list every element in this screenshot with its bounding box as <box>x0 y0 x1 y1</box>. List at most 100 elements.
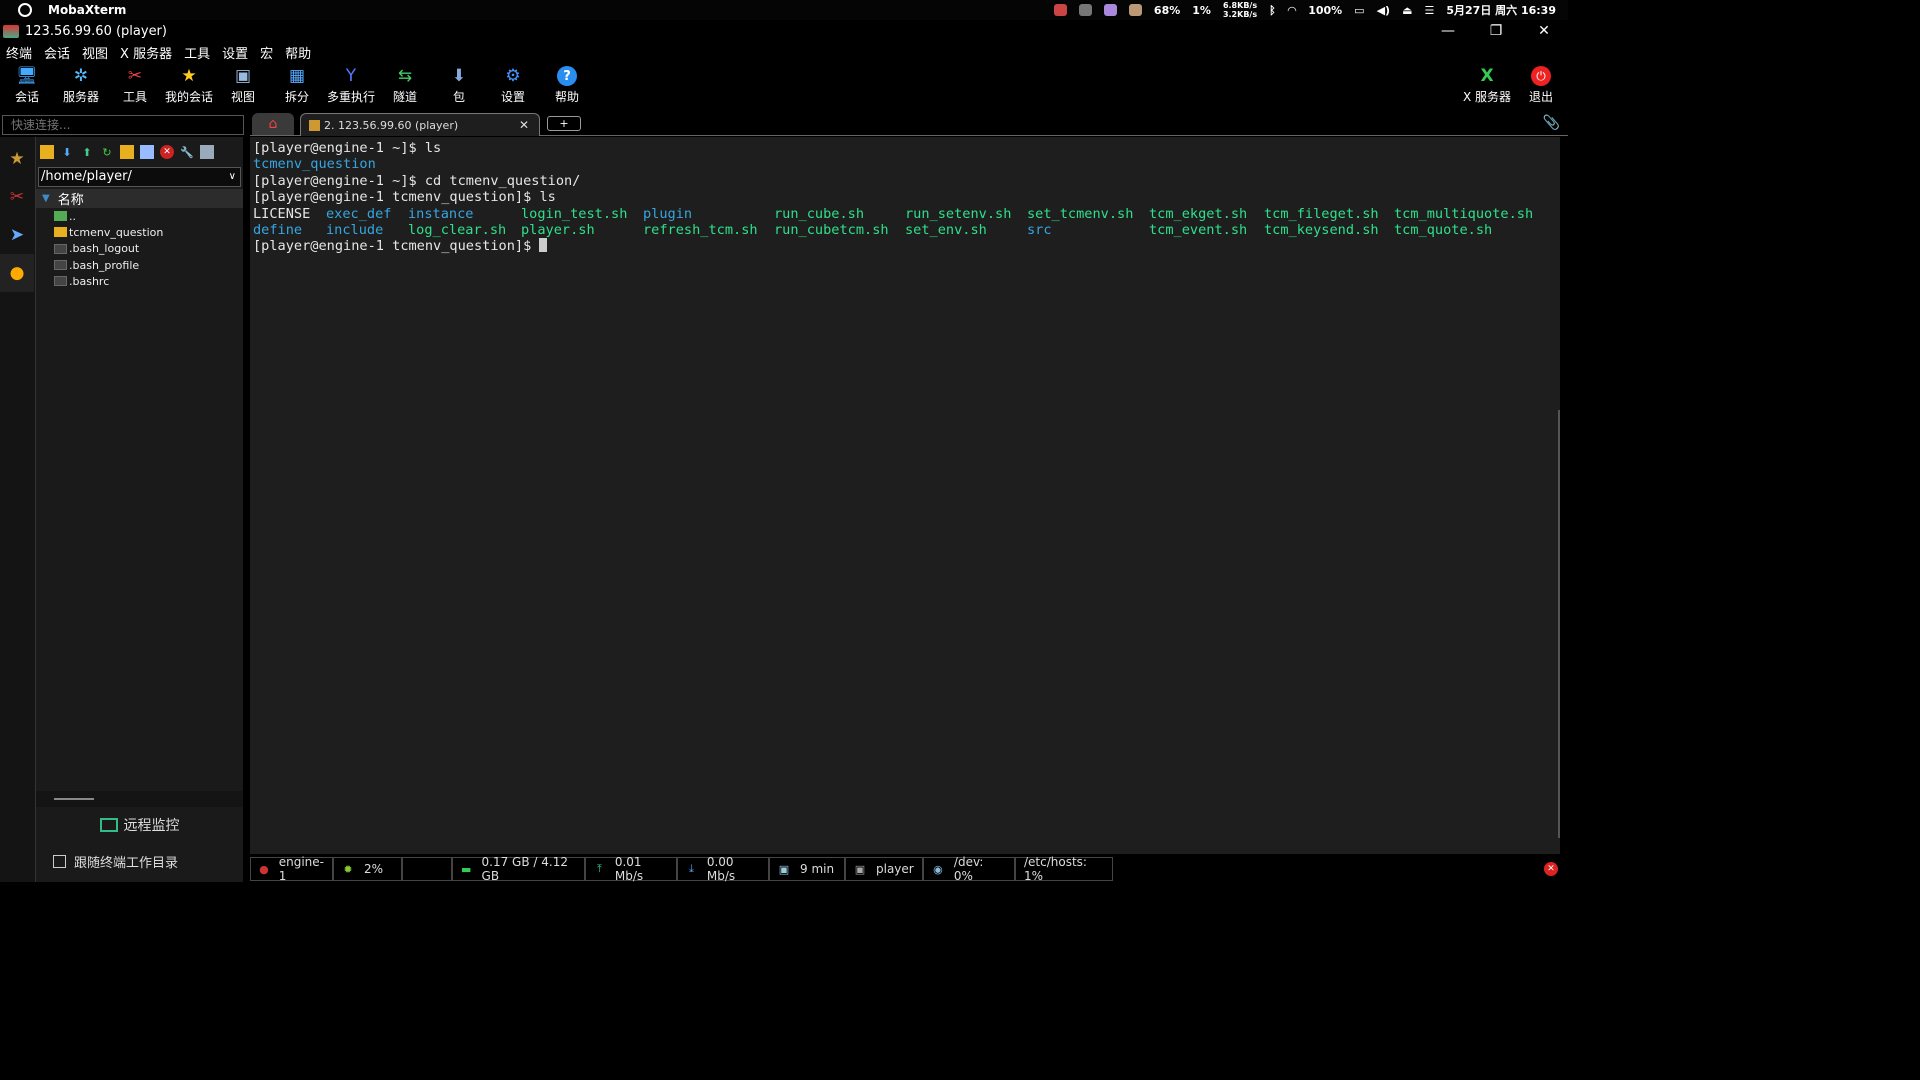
splitter-handle[interactable] <box>54 798 94 800</box>
status-download[interactable]: ⤓ 0.00 Mb/s <box>677 855 769 883</box>
terminal-scrollbar[interactable] <box>1558 410 1560 838</box>
toolbar-package-button[interactable]: ⬇ 包 <box>432 63 486 109</box>
new-folder-icon[interactable] <box>120 145 134 159</box>
quick-connect-input[interactable] <box>2 115 244 135</box>
folder-up-icon[interactable] <box>40 145 54 159</box>
ls-entry: set_env.sh <box>905 222 987 239</box>
new-tab-button[interactable]: + <box>547 116 581 131</box>
power-icon: ⏻ <box>1531 66 1551 86</box>
file-row[interactable]: .. <box>36 208 243 224</box>
macros-sidebar-tab[interactable]: ➤ <box>0 216 34 254</box>
restore-button[interactable]: ❐ <box>1472 20 1520 42</box>
file-row[interactable]: .bashrc <box>36 273 243 289</box>
panel-splitter[interactable] <box>36 791 243 807</box>
toolbar-tunnel-button[interactable]: ⇆ 隧道 <box>378 63 432 109</box>
xserver-icon: X <box>1480 66 1494 86</box>
memory-icon: ▬ <box>461 862 472 876</box>
follow-terminal-checkbox[interactable]: 跟随终端工作目录 <box>53 852 178 871</box>
file-row[interactable]: .bash_logout <box>36 241 243 257</box>
file-list-header[interactable]: ▼ 名称 <box>36 189 243 208</box>
toolbar-split-button[interactable]: ▦ 拆分 <box>270 63 324 109</box>
cpu-temp-value[interactable]: 68% <box>1154 4 1180 17</box>
toolbar-exit-button[interactable]: ⏻ 退出 <box>1514 63 1568 105</box>
menu-terminal[interactable]: 终端 <box>0 43 38 63</box>
tray-app-icon[interactable] <box>1053 4 1067 16</box>
ls-entry: run_cubetcm.sh <box>774 222 889 239</box>
sftp-sidebar-tab[interactable]: ● <box>0 254 34 292</box>
split-icon: ▦ <box>288 66 306 86</box>
file-row[interactable]: .bash_profile <box>36 257 243 273</box>
status-hosts[interactable]: /etc/hosts: 1% <box>1015 855 1113 883</box>
menu-settings[interactable]: 设置 <box>216 43 254 63</box>
close-status-icon[interactable]: ✕ <box>1544 862 1558 876</box>
bluetooth-icon[interactable]: ᛒ <box>1269 4 1276 17</box>
session-tab[interactable]: 2. 123.56.99.60 (player) ✕ <box>300 113 540 136</box>
menu-help[interactable]: 帮助 <box>279 43 317 63</box>
toolbar-servers-button[interactable]: ✲ 服务器 <box>54 63 108 109</box>
tray-app2-icon[interactable] <box>1103 4 1117 16</box>
tools-sidebar-tab[interactable]: ✂ <box>0 178 34 216</box>
clock[interactable]: 5月27日 周六 16:39 <box>1446 2 1556 18</box>
status-user[interactable]: ▣ player <box>845 857 923 881</box>
toolbar-help-button[interactable]: ? 帮助 <box>540 63 594 109</box>
ls-row: LICENSE exec_def instance login_test.sh plug… <box>253 206 1560 222</box>
battery-value[interactable]: 100% <box>1308 4 1342 17</box>
network-speed[interactable]: 6.8KB/s 3.2KB/s <box>1223 1 1257 19</box>
disk-icon: ◉ <box>933 862 943 876</box>
chevron-down-icon[interactable]: ∨ <box>229 168 236 186</box>
sessions-sidebar-tab[interactable]: ★ <box>0 140 34 178</box>
minimize-button[interactable]: — <box>1424 20 1472 42</box>
active-app-name[interactable]: MobaXterm <box>48 3 126 17</box>
toolbar-view-button[interactable]: ▣ 视图 <box>216 63 270 109</box>
volume-icon[interactable]: ◀) <box>1377 4 1391 17</box>
status-uptime[interactable]: ▣ 9 min <box>769 857 845 881</box>
toolbar-tools-button[interactable]: ✂ 工具 <box>108 63 162 109</box>
sftp-path-field[interactable]: /home/player/ ∨ <box>38 167 241 187</box>
tray-cat-icon[interactable] <box>1128 4 1142 16</box>
menu-view[interactable]: 视图 <box>76 43 114 63</box>
control-center-icon[interactable]: ☰ <box>1424 4 1434 17</box>
ls-entry: refresh_tcm.sh <box>643 222 758 239</box>
status-memory[interactable]: ▬ 0.17 GB / 4.12 GB <box>452 855 585 883</box>
properties-icon[interactable]: 🔧 <box>180 145 194 159</box>
home-tab[interactable]: ⌂ <box>252 113 294 135</box>
delete-icon[interactable]: ✕ <box>160 145 174 159</box>
cpu-usage-value[interactable]: 1% <box>1192 4 1211 17</box>
menu-xserver[interactable]: X 服务器 <box>114 43 178 63</box>
ls-entry: LICENSE <box>253 205 311 222</box>
eject-icon[interactable]: ⏏ <box>1402 4 1412 17</box>
menu-tools[interactable]: 工具 <box>178 43 216 63</box>
ls-entry: include <box>326 222 384 239</box>
toolbar-session-button[interactable]: 🖥 会话 <box>0 63 54 109</box>
file-row[interactable]: tcmenv_question <box>36 224 243 240</box>
net-up-value: 6.8KB/s <box>1222 1 1258 10</box>
refresh-icon[interactable]: ↻ <box>100 145 114 159</box>
status-dev[interactable]: ◉ /dev: 0% <box>923 855 1015 883</box>
toolbar-xserver-button[interactable]: X X 服务器 <box>1460 63 1514 105</box>
menu-sessions[interactable]: 会话 <box>38 43 76 63</box>
terminal-output[interactable]: [player@engine-1 ~]$ ls tcmenv_question [p… <box>250 137 1560 854</box>
main-toolbar: 🖥 会话 ✲ 服务器 ✂ 工具 ★ 我的会话 ▣ 视图 ▦ 拆分 Y 多重执行 ⇆ 隧道 ⬇ 包 … <box>0 63 1568 109</box>
remote-monitoring-button[interactable]: 远程监控 <box>36 815 243 835</box>
status-host[interactable]: ● engine-1 <box>250 855 333 883</box>
wifi-icon[interactable]: ◠ <box>1288 4 1296 17</box>
tray-screenshot-icon[interactable] <box>1078 4 1092 16</box>
upload-icon[interactable]: ⬆ <box>80 145 94 159</box>
status-upload[interactable]: ⤒ 0.01 Mb/s <box>585 855 677 883</box>
file-icon <box>54 260 67 271</box>
ls-listing: LICENSE exec_def instance login_test.sh plug… <box>253 206 1560 239</box>
close-tab-button[interactable]: ✕ <box>519 118 529 132</box>
attachment-icon[interactable]: 📎 <box>1543 115 1560 131</box>
menu-macros[interactable]: 宏 <box>254 43 279 63</box>
close-window-button[interactable]: ✕ <box>1520 20 1568 42</box>
toolbar-multiexec-button[interactable]: Y 多重执行 <box>324 63 378 109</box>
new-file-icon[interactable] <box>140 145 154 159</box>
text-mode-icon[interactable] <box>200 145 214 159</box>
status-cpu[interactable]: ✹ 2% <box>333 857 402 881</box>
checkbox[interactable] <box>53 855 66 868</box>
toolbar-settings-button[interactable]: ⚙ 设置 <box>486 63 540 109</box>
toolbar-mysessions-button[interactable]: ★ 我的会话 <box>162 63 216 109</box>
system-logo-icon[interactable] <box>18 3 32 17</box>
download-icon[interactable]: ⬇ <box>60 145 74 159</box>
star-icon: ★ <box>181 66 197 86</box>
